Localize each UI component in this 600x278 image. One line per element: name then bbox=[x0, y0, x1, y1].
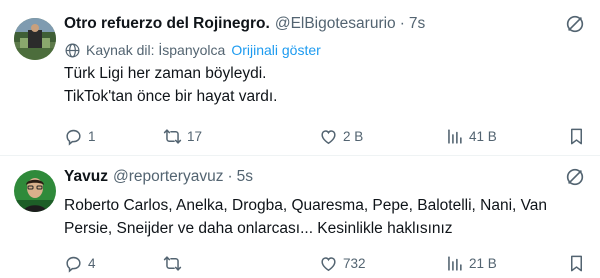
bookmark-icon bbox=[570, 128, 583, 144]
separator-dot: · bbox=[227, 168, 233, 185]
tweet-header: Otro refuerzo del Rojinegro. @ElBigotesa… bbox=[64, 12, 586, 36]
user-handle[interactable]: @reporteryavuz bbox=[113, 168, 224, 186]
retweet-count: 17 bbox=[187, 128, 203, 144]
timestamp[interactable]: 5s bbox=[237, 168, 253, 186]
reply-button[interactable]: 1 bbox=[64, 124, 96, 148]
reply-count: 1 bbox=[88, 128, 96, 144]
like-button[interactable]: 2 B bbox=[319, 124, 363, 148]
like-count: 2 B bbox=[343, 128, 364, 144]
action-bar: 1 17 2 B 41 B bbox=[64, 124, 586, 148]
avatar[interactable] bbox=[14, 18, 56, 60]
views-count: 21 B bbox=[469, 255, 497, 271]
like-count: 732 bbox=[343, 255, 366, 271]
action-bar: 4 732 21 B bbox=[64, 251, 586, 275]
views-count: 41 B bbox=[469, 128, 497, 144]
like-button[interactable]: 732 bbox=[319, 251, 366, 275]
bookmark-icon bbox=[570, 255, 583, 271]
reply-count: 4 bbox=[88, 255, 96, 271]
timestamp[interactable]: 7s bbox=[409, 15, 425, 33]
tweet-text-line: Türk Ligi her zaman böyleydi. bbox=[64, 65, 267, 82]
show-original-link[interactable]: Orijinali göster bbox=[231, 42, 320, 58]
retweet-button[interactable]: 17 bbox=[163, 124, 202, 148]
retweet-button[interactable] bbox=[163, 251, 187, 275]
reply-icon bbox=[66, 256, 81, 273]
globe-icon bbox=[65, 43, 80, 57]
avatar[interactable] bbox=[14, 170, 56, 212]
tweet[interactable]: Otro refuerzo del Rojinegro. @ElBigotesa… bbox=[0, 0, 600, 156]
bookmark-button[interactable] bbox=[567, 124, 586, 148]
tweet[interactable]: Yavuz @reporteryavuz · 5s Roberto Carlos… bbox=[0, 157, 600, 278]
tweet-text: Türk Ligi her zaman böyleydi. TikTok'tan… bbox=[64, 62, 586, 108]
views-button[interactable]: 41 B bbox=[445, 124, 497, 148]
like-icon bbox=[321, 129, 336, 144]
user-handle[interactable]: @ElBigotesarurio bbox=[275, 15, 396, 33]
tweet-text-line: Roberto Carlos, Anelka, Drogba, Quaresma… bbox=[64, 197, 548, 214]
separator-dot: · bbox=[399, 15, 405, 32]
reply-button[interactable]: 4 bbox=[64, 251, 96, 275]
views-icon bbox=[448, 128, 462, 144]
tweet-text: Roberto Carlos, Anelka, Drogba, Quaresma… bbox=[64, 194, 586, 240]
views-icon bbox=[448, 255, 462, 271]
tweet-text-line: Persie, Sneijder ve daha onlarcası... Ke… bbox=[64, 220, 453, 237]
display-name[interactable]: Otro refuerzo del Rojinegro. bbox=[64, 15, 270, 33]
translation-label: Kaynak dil: İspanyolca bbox=[86, 42, 226, 58]
translation-notice: Kaynak dil: İspanyolca Orijinali göster bbox=[64, 39, 586, 61]
more-icon[interactable] bbox=[564, 166, 586, 188]
reply-icon bbox=[66, 129, 81, 146]
retweet-icon bbox=[163, 255, 182, 271]
bookmark-button[interactable] bbox=[567, 251, 586, 275]
tweet-text-line: TikTok'tan önce bir hayat vardı. bbox=[64, 88, 278, 105]
retweet-icon bbox=[163, 128, 182, 144]
tweet-header: Yavuz @reporteryavuz · 5s bbox=[64, 165, 586, 189]
views-button[interactable]: 21 B bbox=[445, 251, 497, 275]
display-name[interactable]: Yavuz bbox=[64, 168, 108, 186]
more-icon[interactable] bbox=[564, 13, 586, 35]
like-icon bbox=[321, 256, 336, 271]
